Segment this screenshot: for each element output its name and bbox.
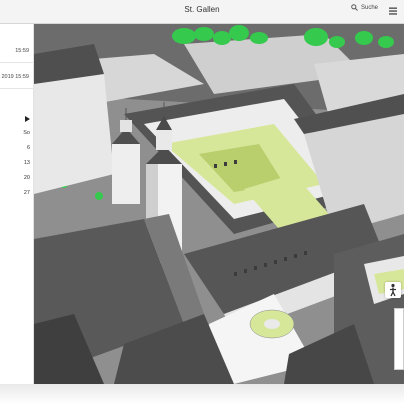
side-panel: 15:59 2019 15:59 So 6 13 20 27 [0,24,34,384]
hamburger-menu-icon[interactable] [388,6,398,16]
search-icon [351,4,358,11]
date-time-value[interactable]: 2019 15:59 [1,74,29,80]
divider [0,88,34,89]
chevron-right-icon[interactable] [24,116,30,122]
bottom-bar [0,384,404,404]
calendar-day[interactable]: 13 [24,160,30,166]
calendar-day[interactable]: 20 [24,175,30,181]
divider [0,62,34,63]
search-label: Suche [360,4,378,11]
overview-minimap[interactable] [394,308,404,370]
3d-city-map[interactable] [34,24,404,384]
weekday-header: So [23,130,30,136]
time-value[interactable]: 15:59 [15,48,29,54]
calendar-day[interactable]: 27 [24,190,30,196]
search-button[interactable]: Suche [351,4,378,11]
calendar-day[interactable]: 6 [27,145,30,151]
3d-scene [34,24,404,384]
page-title: St. Gallen [184,5,220,14]
app-header: St. Gallen Suche [0,0,404,24]
pedestrian-view-button[interactable] [385,282,401,298]
pedestrian-icon [390,283,396,297]
